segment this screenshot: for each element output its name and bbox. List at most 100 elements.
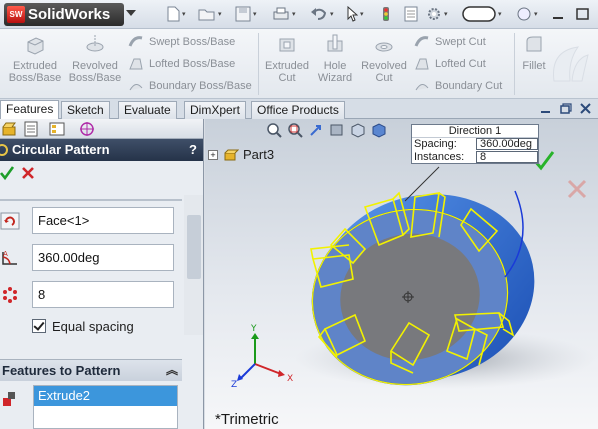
doc-restore-button[interactable] bbox=[559, 102, 572, 115]
circular-pattern-icon bbox=[0, 144, 8, 156]
menu-dropdown-arrow-icon[interactable] bbox=[126, 10, 136, 16]
open-button[interactable]: ▾ bbox=[198, 5, 222, 23]
features-to-pattern-header[interactable]: Features to Pattern ︽ bbox=[0, 359, 182, 381]
list-item[interactable]: Extrude2 bbox=[34, 386, 177, 406]
save-button[interactable]: ▾ bbox=[235, 5, 257, 23]
extruded-cut-button[interactable]: Extruded Cut bbox=[262, 33, 312, 84]
instances-icon bbox=[3, 287, 17, 303]
property-manager-header: Circular Pattern ? bbox=[0, 139, 203, 161]
view-orientation-button[interactable] bbox=[349, 121, 367, 139]
options-button[interactable]: ▾ bbox=[426, 5, 448, 23]
boundary-boss-button[interactable]: Boundary Boss/Base bbox=[128, 77, 252, 95]
extruded-boss-button[interactable]: Extruded Boss/Base bbox=[6, 33, 64, 84]
rebuild-button[interactable] bbox=[378, 5, 394, 23]
command-manager-tabs: Features Sketch Evaluate DimXpert Office… bbox=[0, 99, 598, 120]
graphics-area[interactable]: Y X Z + Part3 Direction 1 Spacing: 360.0… bbox=[205, 119, 598, 429]
boundary-boss-label: Boundary Boss/Base bbox=[149, 80, 252, 92]
lofted-cut-button[interactable]: Lofted Cut bbox=[414, 55, 486, 73]
dimxpert-manager-tab-icon[interactable] bbox=[78, 121, 96, 137]
hole-wizard-button[interactable]: Hole Wizard bbox=[312, 33, 358, 84]
solidworks-menu-button[interactable]: SW SolidWorks bbox=[4, 3, 124, 26]
ribbon-divider bbox=[514, 33, 515, 95]
lofted-cut-icon bbox=[415, 58, 429, 70]
window-maximize-button[interactable] bbox=[576, 5, 590, 23]
property-manager-tab-icon[interactable] bbox=[22, 121, 40, 137]
search-commands-box[interactable]: ▾ bbox=[462, 5, 502, 23]
confirm-cancel-icon bbox=[567, 179, 587, 199]
part-name[interactable]: Part3 bbox=[243, 147, 274, 162]
reverse-direction-icon[interactable] bbox=[0, 212, 20, 230]
help-toolbar-button[interactable]: ▾ bbox=[516, 5, 538, 23]
previous-view-button[interactable] bbox=[307, 121, 325, 139]
cancel-x-icon[interactable] bbox=[21, 166, 35, 180]
collapse-chevron-icon[interactable]: ︽ bbox=[166, 360, 178, 381]
tab-dimxpert[interactable]: DimXpert bbox=[184, 101, 247, 119]
undo-icon bbox=[311, 8, 327, 20]
features-to-pattern-list[interactable]: Extrude2 bbox=[33, 385, 178, 429]
boundary-boss-icon bbox=[129, 84, 143, 91]
swept-boss-icon bbox=[128, 36, 143, 47]
file-properties-button[interactable] bbox=[404, 5, 418, 23]
new-document-button[interactable]: ▾ bbox=[166, 5, 186, 23]
extruded-cut-icon bbox=[279, 38, 295, 52]
command-manager-ribbon: Extruded Boss/Base Revolved Boss/Base Sw… bbox=[0, 29, 598, 99]
boundary-cut-button[interactable]: Boundary Cut bbox=[414, 77, 502, 95]
tab-sketch[interactable]: Sketch bbox=[61, 101, 110, 119]
display-style-button[interactable] bbox=[370, 121, 388, 139]
instances-value-field[interactable]: 8 bbox=[476, 151, 538, 163]
direction-callout: Direction 1 Spacing: 360.00deg Instances… bbox=[411, 124, 539, 164]
swept-cut-label: Swept Cut bbox=[435, 36, 486, 48]
zoom-to-fit-button[interactable] bbox=[265, 121, 283, 139]
parameters-group-header[interactable] bbox=[0, 199, 182, 201]
extruded-cut-label: Extruded Cut bbox=[264, 60, 310, 84]
tab-office-products[interactable]: Office Products bbox=[251, 101, 345, 119]
previous-view-icon bbox=[310, 125, 321, 136]
open-folder-icon bbox=[198, 9, 215, 21]
spacing-value-field[interactable]: 360.00deg bbox=[476, 138, 538, 150]
revolved-boss-icon bbox=[86, 35, 104, 52]
lofted-boss-label: Lofted Boss/Base bbox=[149, 58, 236, 70]
swept-cut-button[interactable]: Swept Cut bbox=[414, 33, 486, 51]
tab-features[interactable]: Features bbox=[0, 100, 60, 120]
zoom-to-area-button[interactable] bbox=[286, 121, 304, 139]
section-view-icon bbox=[330, 124, 343, 136]
print-button[interactable]: ▾ bbox=[272, 5, 296, 23]
doc-close-button[interactable] bbox=[579, 102, 592, 115]
instances-callout-row: Instances: 8 bbox=[412, 151, 538, 164]
feature-manager-tab-icon[interactable] bbox=[0, 121, 18, 137]
select-button[interactable]: ▾ bbox=[346, 5, 364, 23]
tab-evaluate[interactable]: Evaluate bbox=[118, 101, 177, 119]
direction-title: Direction 1 bbox=[412, 125, 538, 138]
revolved-cut-button[interactable]: Revolved Cut bbox=[358, 33, 410, 84]
flyout-feature-tree: + Part3 bbox=[208, 147, 274, 162]
equal-spacing-checkbox[interactable] bbox=[32, 319, 46, 333]
angle-field[interactable]: 360.00deg bbox=[32, 244, 174, 271]
lofted-boss-button[interactable]: Lofted Boss/Base bbox=[128, 55, 235, 73]
section-view-button[interactable] bbox=[328, 121, 346, 139]
revolved-boss-button[interactable]: Revolved Boss/Base bbox=[66, 33, 124, 84]
extruded-boss-icon bbox=[27, 37, 44, 55]
expand-toggle[interactable]: + bbox=[208, 149, 218, 160]
revolved-cut-label: Revolved Cut bbox=[361, 60, 407, 84]
swept-boss-button[interactable]: Swept Boss/Base bbox=[128, 33, 235, 51]
instances-label: Instances: bbox=[414, 151, 465, 163]
svg-text:Z: Z bbox=[231, 380, 237, 390]
revolved-boss-label: Revolved Boss/Base bbox=[68, 60, 122, 84]
panel-scrollbar[interactable] bbox=[184, 195, 203, 335]
equal-spacing-label: Equal spacing bbox=[52, 318, 134, 334]
spacing-label: Spacing: bbox=[414, 138, 457, 150]
doc-minimize-button[interactable] bbox=[539, 102, 552, 115]
help-button[interactable]: ? bbox=[189, 139, 197, 161]
scrollbar-thumb[interactable] bbox=[187, 215, 201, 279]
view-orientation-icon bbox=[351, 123, 365, 138]
configuration-manager-tab-icon[interactable] bbox=[48, 121, 66, 137]
ok-checkmark-icon[interactable] bbox=[0, 165, 15, 181]
pattern-axis-field[interactable]: Face<1> bbox=[32, 207, 174, 234]
undo-button[interactable]: ▾ bbox=[310, 5, 334, 23]
boundary-cut-icon bbox=[415, 84, 429, 91]
equal-spacing-option[interactable]: Equal spacing bbox=[32, 317, 134, 335]
window-minimize-button[interactable] bbox=[552, 5, 564, 23]
fillet-button[interactable]: Fillet bbox=[518, 33, 550, 72]
instances-field[interactable]: 8 bbox=[32, 281, 174, 308]
features-selection-icon bbox=[3, 392, 15, 406]
